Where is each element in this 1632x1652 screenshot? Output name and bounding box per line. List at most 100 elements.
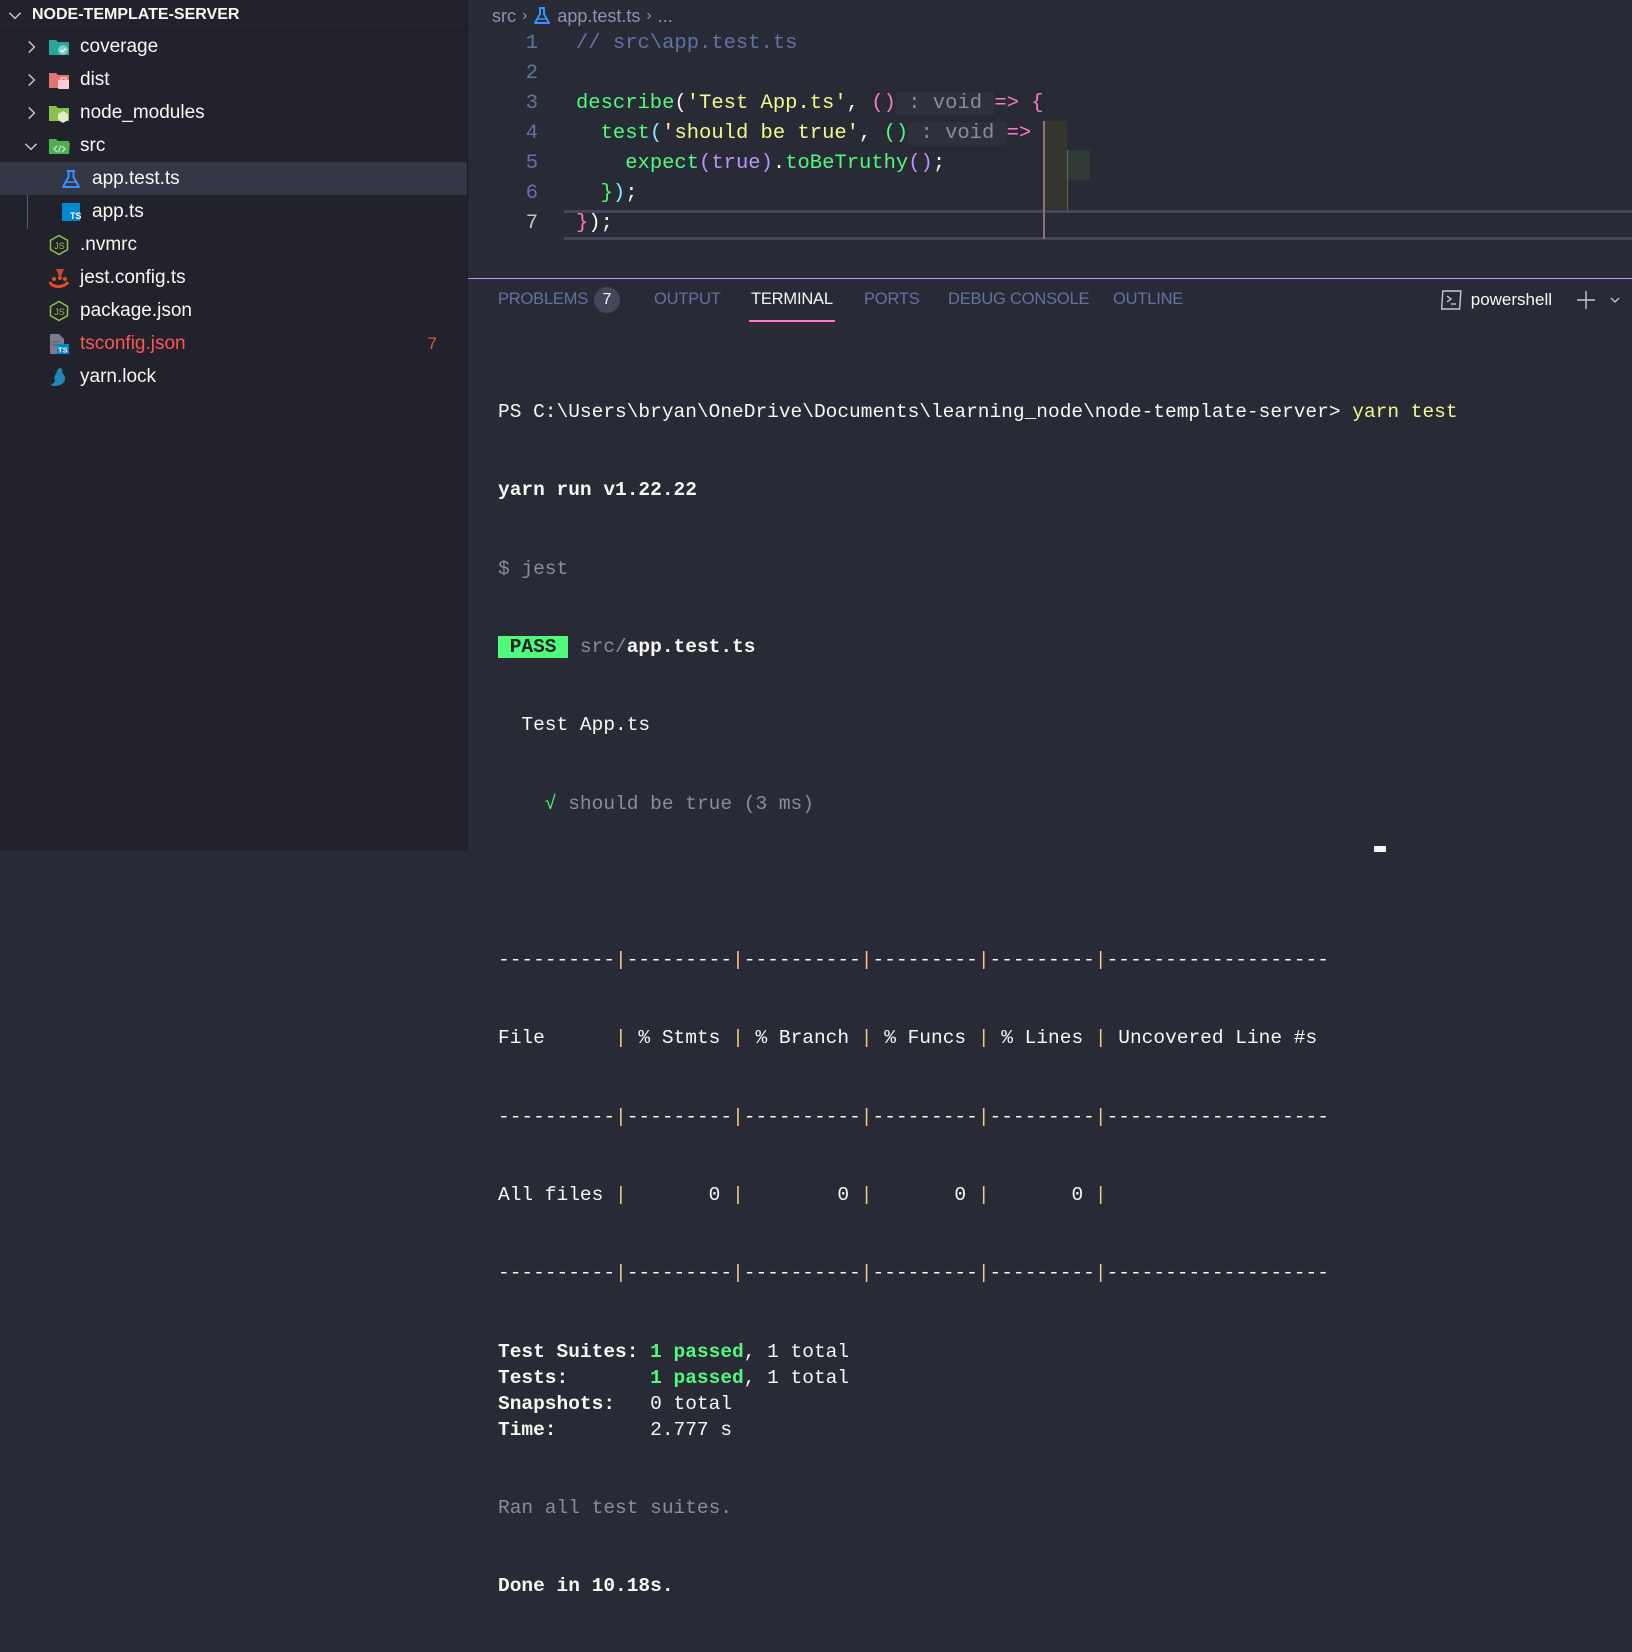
folder-item[interactable]: dist [0,63,467,96]
coverage-cell: ---------- [498,1105,616,1128]
summary-passed: 1 passed [650,1366,744,1389]
coverage-separator: ----------|---------|----------|--------… [498,947,1632,973]
breadcrumb-item-symbols[interactable]: ... [658,6,673,27]
yarn-icon [48,366,70,388]
code-text: }); [576,212,613,235]
chevron-right-icon[interactable] [22,71,40,89]
indent-guide-highlight [1045,121,1067,209]
code-token: => [994,92,1019,115]
code-line[interactable]: 3 describe('Test App.ts', () : void => { [468,90,1632,120]
indent-guide-highlight [1068,150,1090,180]
breadcrumb-item-src[interactable]: src [492,6,516,27]
file-item[interactable]: TS tsconfig.json 7 [0,327,467,360]
coverage-cell: ------------------- [1106,1262,1329,1285]
new-terminal-plus-icon[interactable] [1574,288,1598,312]
code-line[interactable]: 7}); [526,210,1632,240]
table-divider: | [1094,1184,1107,1206]
test-result: should be true (3 ms) [556,792,814,815]
code-token: 'Test App.ts' [686,92,847,115]
explorer-root-header[interactable]: NODE-TEMPLATE-SERVER [0,0,467,30]
code-token: ) [588,212,601,235]
summary-value: , 1 total [743,1366,850,1389]
file-item[interactable]: app.test.ts [0,162,467,195]
item-label: src [80,134,106,156]
prompt-path: PS C:\Users\bryan\OneDrive\Documents\lea… [498,401,1353,424]
terminal-output[interactable]: PS C:\Users\bryan\OneDrive\Documents\lea… [498,347,1632,1652]
coverage-cell: % Funcs [872,1027,978,1050]
table-divider: | [1094,1105,1107,1128]
chevron-right-icon[interactable] [22,104,40,122]
tab-ports[interactable]: PORTS [864,290,920,309]
coverage-cell: All files [498,1184,616,1206]
breadcrumb: src › app.test.ts › ... [492,4,673,28]
coverage-cell: --------- [872,1262,978,1285]
line-number: 4 [525,122,538,145]
explorer-sidebar: NODE-TEMPLATE-SERVER coverage dist node_mo… [0,0,468,851]
table-divider: | [732,949,744,972]
line-number: 2 [525,62,538,85]
coverage-cell: --------- [626,1105,733,1128]
file-item[interactable]: jest.config.ts [0,261,467,294]
tab-output[interactable]: OUTPUT [654,290,721,309]
table-divider: | [977,949,990,972]
item-label: dist [80,68,110,90]
summary-value: , 1 total [743,1340,850,1363]
chevron-down-icon[interactable] [22,137,40,155]
terminal-selector[interactable]: powershell [1440,289,1552,311]
panel-tabs: PROBLEMS 7 OUTPUT TERMINAL PORTS DEBUG C… [468,279,1632,323]
coverage-cell: ---------- [743,1262,861,1285]
terminal-cursor [1374,846,1386,852]
code-token: expect [625,152,700,175]
code-token: . [772,152,786,175]
folder-node-icon [48,102,70,124]
chevron-down-icon[interactable] [1608,293,1622,307]
code-token: true [711,152,761,175]
coverage-cell: ---------- [743,1105,861,1128]
table-divider: | [732,1105,744,1128]
tab-problems[interactable]: PROBLEMS [498,290,588,309]
item-label: coverage [80,35,159,57]
pass-dir: src/ [579,636,627,659]
table-divider: | [1094,1262,1107,1285]
code-line[interactable]: 2 [468,60,1632,90]
coverage-cell: --------- [989,1262,1095,1285]
folder-item[interactable]: node_modules [0,96,467,129]
folder-item[interactable]: coverage [0,30,467,63]
file-tree: coverage dist node_modulessrc app.test.ts TS… [0,30,467,393]
summary-line: Snapshots: 0 total [498,1391,1632,1417]
file-item[interactable]: JS .nvmrc [0,228,467,261]
terminal-line: $ jest [498,557,569,580]
file-item[interactable]: yarn.lock [0,360,467,393]
table-divider: | [860,1027,873,1050]
editor-pane: src › app.test.ts › ... 1 // src\app.test… [468,0,1632,278]
terminal-name: powershell [1470,290,1552,309]
nodejs-icon: JS [48,234,70,256]
coverage-cell: ---------- [498,949,616,972]
coverage-cell: --------- [872,1105,978,1128]
file-item[interactable]: TS app.ts [0,195,467,228]
chevron-right-icon[interactable] [22,38,40,56]
folder-item[interactable]: src [0,129,467,162]
terminal-line: yarn run v1.22.22 [498,479,697,502]
file-item[interactable]: JS package.json [0,294,467,327]
tab-outline[interactable]: OUTLINE [1113,290,1183,309]
item-label: app.test.ts [92,167,180,189]
code-text: // src\app.test.ts [576,32,797,55]
code-token: ( [674,92,687,115]
code-text: describe('Test App.ts', () : void => { [576,92,1044,115]
tab-debug-console[interactable]: DEBUG CONSOLE [948,290,1090,309]
nodejs-icon: JS [48,300,70,322]
bottom-panel: PROBLEMS 7 OUTPUT TERMINAL PORTS DEBUG C… [468,278,1632,1597]
terminal-line-pass: PASS src/app.test.ts [498,634,1632,660]
breadcrumb-item-file[interactable]: app.test.ts [557,6,640,27]
code-line[interactable]: 1 // src\app.test.ts [468,30,1632,60]
tab-terminal[interactable]: TERMINAL [749,290,835,322]
tsconfig-icon: TS [48,333,70,355]
table-divider: | [1094,1027,1107,1050]
test-flask-icon [60,168,82,190]
terminal-line: Done in 10.18s. [498,1575,674,1598]
code-token: ) [612,182,626,205]
